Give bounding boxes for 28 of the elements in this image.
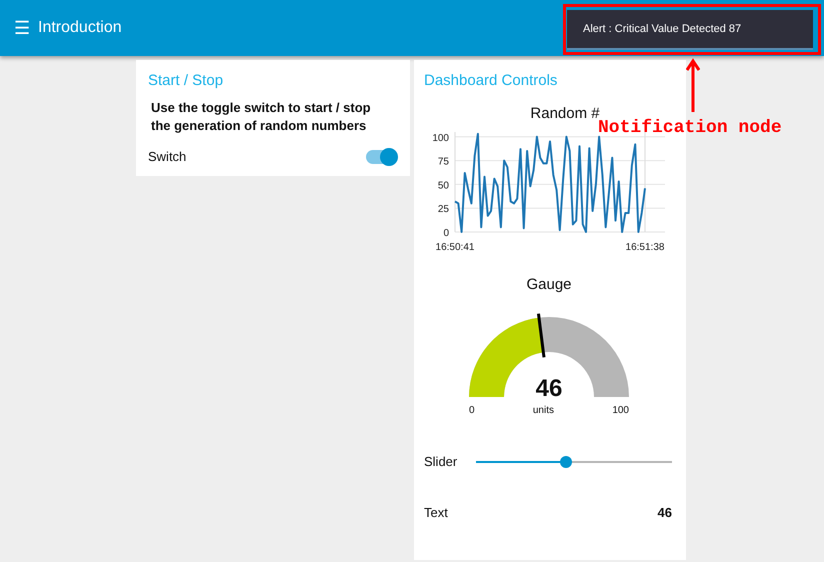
gauge-min-label: 0 xyxy=(469,405,475,416)
axis-tick-label: 16:51:38 xyxy=(626,242,664,253)
axis-tick-label: 25 xyxy=(438,204,449,216)
axis-tick-label: 0 xyxy=(443,228,449,239)
axis-tick-label: 75 xyxy=(438,156,449,168)
description-text: Use the toggle switch to start / stop the generation of random numbers xyxy=(151,99,372,135)
slider-thumb[interactable] xyxy=(560,456,572,468)
axis-tick-label: 100 xyxy=(432,132,449,144)
arrow-icon xyxy=(686,58,700,112)
gauge-units-label: units xyxy=(532,405,554,416)
annotation-label: Notification node xyxy=(598,118,782,138)
page-title: Introduction xyxy=(38,19,122,37)
card-title: Start / Stop xyxy=(148,71,224,91)
switch-label: Switch xyxy=(148,149,186,164)
chart-title: Random # xyxy=(530,105,600,122)
slider-label: Slider xyxy=(424,454,458,469)
text-label: Text xyxy=(424,505,448,520)
notification-toast: Alert : Critical Value Detected 87 xyxy=(567,10,813,50)
axis-tick-label: 16:50:41 xyxy=(436,242,474,253)
axis-tick-label: 50 xyxy=(438,180,449,192)
gauge-needle xyxy=(536,313,546,358)
card-title: Dashboard Controls xyxy=(424,71,558,91)
gauge-title: Gauge xyxy=(526,276,572,293)
toggle-switch[interactable] xyxy=(366,150,396,164)
menu-icon[interactable]: ☰ xyxy=(14,17,30,39)
text-value: 46 xyxy=(658,505,672,520)
gauge-max-label: 100 xyxy=(612,405,629,416)
gauge-value: 46 xyxy=(534,375,564,403)
